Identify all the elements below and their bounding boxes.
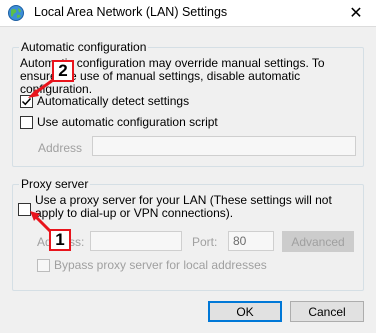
auto-detect-checkbox[interactable] — [20, 94, 33, 108]
proxy-port-input[interactable] — [228, 231, 274, 251]
auto-detect-row[interactable]: Automatically detect settings — [20, 94, 189, 108]
auto-detect-label: Automatically detect settings — [37, 94, 190, 108]
proxy-port-label: Port: — [192, 235, 218, 249]
script-address-label: Address — [38, 141, 83, 155]
auto-config-legend: Automatic configuration — [19, 40, 149, 54]
close-button[interactable]: ✕ — [336, 0, 376, 26]
globe-network-icon — [8, 5, 24, 21]
advanced-button[interactable]: Advanced — [282, 231, 354, 252]
window-title: Local Area Network (LAN) Settings — [34, 5, 228, 19]
proxy-address-input[interactable] — [90, 231, 182, 251]
cancel-button[interactable]: Cancel — [290, 301, 364, 322]
checkmark-icon — [21, 97, 32, 105]
use-proxy-label: Use a proxy server for your LAN (These s… — [35, 193, 332, 220]
use-proxy-row[interactable]: Use a proxy server for your LAN (These s… — [18, 194, 358, 220]
step-2-badge: 2 — [52, 60, 74, 82]
ok-button[interactable]: OK — [208, 301, 282, 322]
auto-script-label: Use automatic configuration script — [37, 115, 218, 129]
proxy-server-legend: Proxy server — [19, 177, 91, 191]
use-proxy-checkbox[interactable] — [18, 203, 31, 216]
auto-script-row[interactable]: Use automatic configuration script — [20, 115, 218, 129]
bypass-label: Bypass proxy server for local addresses — [54, 258, 267, 272]
title-bar: Local Area Network (LAN) Settings ✕ — [0, 0, 376, 26]
bypass-row[interactable]: Bypass proxy server for local addresses — [37, 258, 267, 272]
script-address-input[interactable] — [92, 136, 356, 156]
close-icon: ✕ — [349, 5, 363, 22]
bypass-checkbox[interactable] — [37, 258, 50, 272]
auto-script-checkbox[interactable] — [20, 115, 33, 129]
step-1-badge: 1 — [49, 229, 71, 251]
